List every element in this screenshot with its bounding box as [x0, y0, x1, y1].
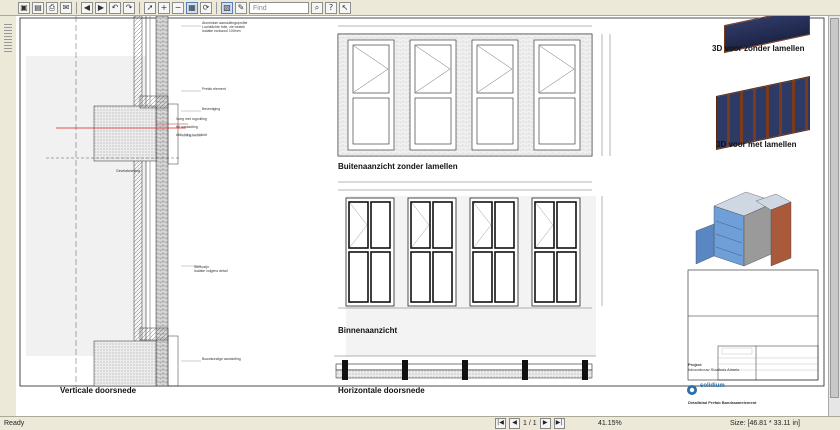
open-icon[interactable]: ▣: [18, 1, 30, 14]
zoom-in-icon[interactable]: +: [158, 1, 170, 14]
toolbar-separator: [216, 1, 217, 14]
next-page-icon[interactable]: ▶: [539, 418, 551, 429]
help-icon[interactable]: ?: [325, 1, 337, 14]
main-toolbar: ▣ ▤ ⎙ ✉ ◀ ▶ ↶ ↷ ➚ + − ▦ ⟳ ▧ ✎ Find ⌕ ? ↖: [0, 0, 840, 16]
pointer-icon[interactable]: ↖: [339, 1, 351, 14]
title-block-title: Detailblad Prefab Bandraamelement: [688, 400, 757, 405]
svg-text:Gevelafwerking: Gevelafwerking: [116, 169, 140, 173]
vertical-scrollbar[interactable]: [828, 16, 840, 416]
find-input[interactable]: Find: [249, 1, 309, 14]
page-size: Size: [46.81 * 33.11 in]: [730, 420, 800, 427]
label-horizontal-section: Horizontale doorsnede: [338, 386, 425, 395]
zoom-level[interactable]: 41.15%: [598, 420, 622, 427]
left-panel-tab[interactable]: [0, 16, 17, 416]
exterior-elevation-drawing: [337, 25, 611, 157]
back-icon[interactable]: ◀: [81, 1, 93, 14]
scrollbar-thumb[interactable]: [830, 18, 839, 398]
title-block: [687, 269, 819, 395]
svg-text:Isolatie rockwool 100mm: Isolatie rockwool 100mm: [202, 29, 241, 33]
svg-text:Prefab element: Prefab element: [202, 87, 226, 91]
svg-text:Bevestiging: Bevestiging: [202, 107, 220, 111]
find-icon[interactable]: ⌕: [311, 1, 323, 14]
label-3d-no-slats: 3D voor zonder lamellen: [712, 44, 805, 53]
status-bar: Ready |◀ ◀ 1 / 1 ▶ ▶| 41.15% Size: [46.8…: [0, 416, 840, 430]
horizontal-section-drawing: [334, 355, 596, 380]
redo-icon[interactable]: ↷: [123, 1, 135, 14]
3d-building-drawing: [695, 191, 792, 267]
company-logo: solidium: [700, 383, 725, 389]
label-3d-with-slats: 3D voor met lamellen: [716, 140, 797, 149]
drawing-sheet: Aluminium aansluitingsprofiel Luchtdicht…: [19, 16, 825, 395]
svg-text:Isolatie volgens detail: Isolatie volgens detail: [194, 269, 228, 273]
svg-text:Kit aansluiting: Kit aansluiting: [176, 125, 198, 129]
first-page-icon[interactable]: |◀: [495, 418, 506, 429]
label-interior: Binnenaanzicht: [338, 326, 398, 335]
toolbar-separator: [139, 1, 140, 14]
page-navigator: |◀ ◀ 1 / 1 ▶ ▶|: [495, 418, 565, 429]
zoom-out-icon[interactable]: −: [172, 1, 184, 14]
panel-grip[interactable]: [4, 24, 12, 54]
last-page-icon[interactable]: ▶|: [553, 418, 565, 429]
email-icon[interactable]: ✉: [60, 1, 72, 14]
svg-text:Voeg met rugvulling: Voeg met rugvulling: [176, 117, 207, 121]
select-icon[interactable]: ➚: [144, 1, 156, 14]
page-indicator[interactable]: 1 / 1: [523, 420, 537, 427]
print-icon[interactable]: ⎙: [46, 1, 58, 14]
save-icon[interactable]: ▤: [32, 1, 44, 14]
interior-elevation-drawing: [338, 181, 603, 309]
status-ready: Ready: [4, 420, 25, 427]
snapshot-icon[interactable]: ▧: [221, 1, 233, 14]
forward-icon[interactable]: ▶: [95, 1, 107, 14]
rotate-icon[interactable]: ⟳: [200, 1, 212, 14]
markup-icon[interactable]: ✎: [235, 1, 247, 14]
title-block-project-name: Inkoonbouw Stadhuis Almelo: [688, 367, 740, 372]
toolbar-separator: [76, 1, 77, 14]
svg-text:Afdichting luchtdicht: Afdichting luchtdicht: [176, 133, 207, 137]
label-vertical-section: Verticale doorsnede: [60, 386, 137, 395]
svg-text:Bouwkundige aansluiting: Bouwkundige aansluiting: [202, 357, 241, 361]
fit-page-icon[interactable]: ▦: [186, 1, 198, 14]
label-exterior-no-slats: Buitenaanzicht zonder lamellen: [338, 162, 458, 171]
undo-icon[interactable]: ↶: [109, 1, 121, 14]
prev-page-icon[interactable]: ◀: [509, 418, 520, 429]
drawing-canvas[interactable]: Aluminium aansluitingsprofiel Luchtdicht…: [16, 16, 828, 416]
